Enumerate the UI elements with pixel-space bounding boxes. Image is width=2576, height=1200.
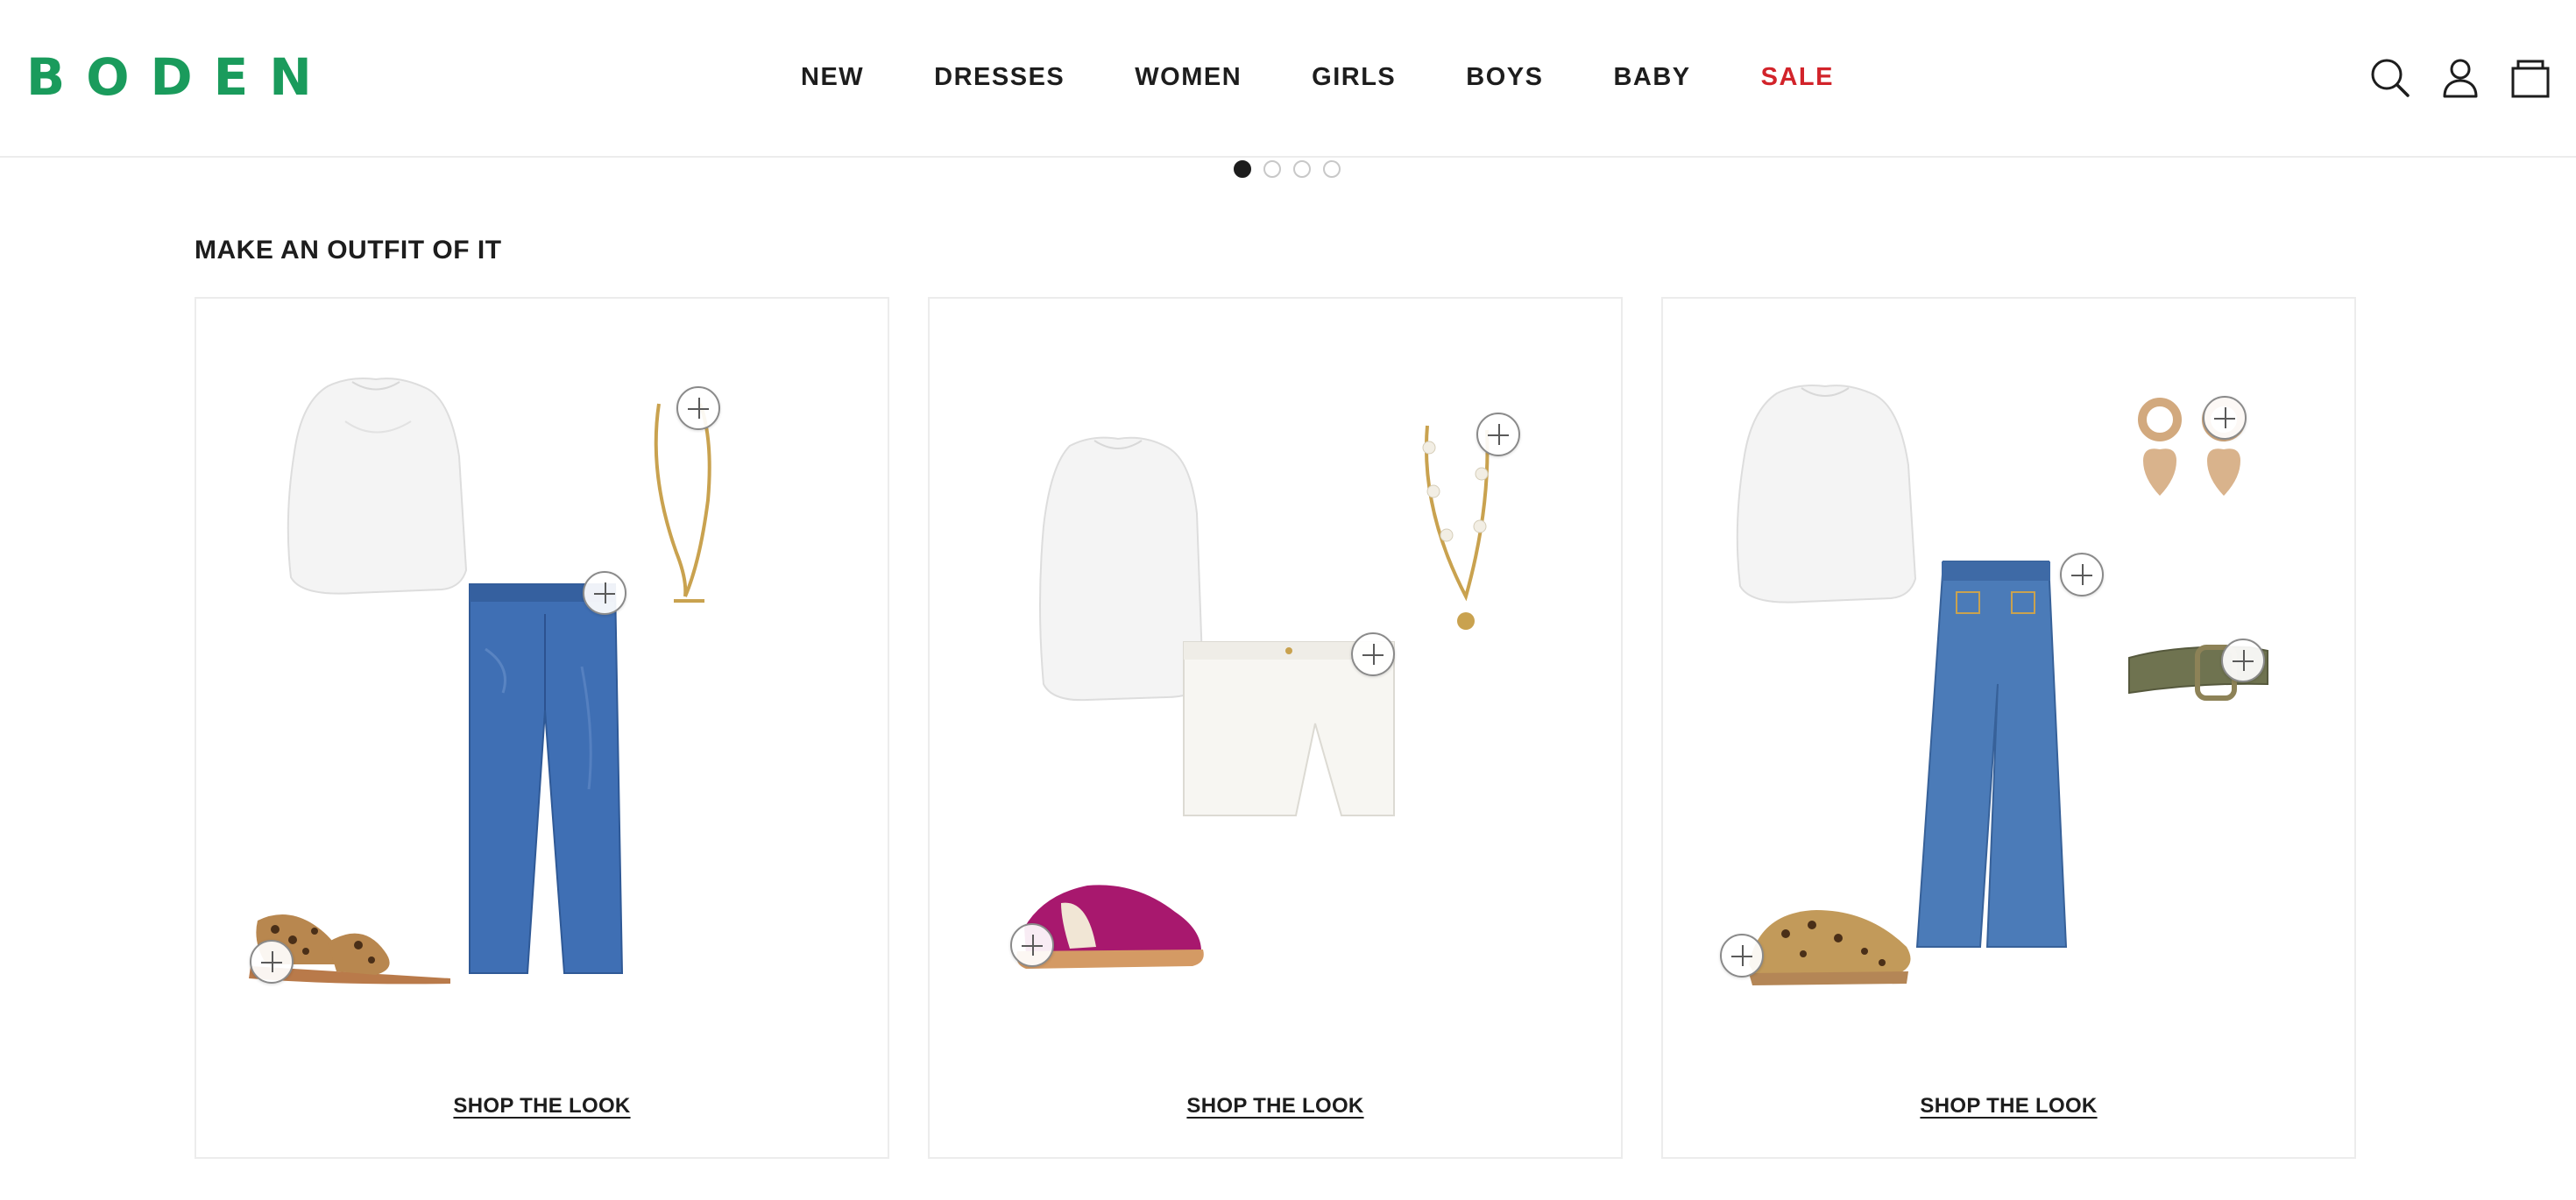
white-blouse-image [1039, 436, 1205, 702]
nav-boys[interactable]: BOYS [1466, 60, 1543, 95]
add-clogs-button[interactable] [1720, 934, 1764, 978]
section-title: MAKE AN OUTFIT OF IT [195, 236, 502, 265]
add-sandals-button[interactable] [250, 940, 294, 984]
bag-icon[interactable] [2509, 56, 2552, 100]
nav-new[interactable]: NEW [801, 60, 864, 95]
nav-girls[interactable]: GIRLS [1312, 60, 1396, 95]
outfit-1-image [249, 378, 711, 985]
boden-logo[interactable]: BODEN [26, 51, 333, 103]
add-trainers-button[interactable] [1010, 923, 1054, 967]
outfit-card-2[interactable]: SHOP THE LOOK [928, 297, 1623, 1159]
account-icon[interactable] [2438, 56, 2482, 100]
white-blouse-image [1736, 385, 1917, 604]
nav-baby[interactable]: BABY [1613, 60, 1690, 95]
main-nav: NEW DRESSES WOMEN GIRLS BOYS BABY SALE [801, 60, 1834, 95]
add-jeans-button[interactable] [2060, 553, 2104, 596]
search-icon[interactable] [2368, 56, 2412, 100]
nav-women[interactable]: WOMEN [1135, 60, 1242, 95]
carousel-dot-4[interactable] [1323, 160, 1341, 178]
site-header: BODEN NEW DRESSES WOMEN GIRLS BOYS BABY … [0, 0, 2576, 158]
carousel-dot-1[interactable] [1234, 160, 1251, 178]
add-necklace-button[interactable] [1476, 413, 1520, 456]
outfit-3-image [1736, 385, 2268, 985]
leopard-clogs-image [1749, 910, 1911, 985]
gold-necklace-image [654, 403, 711, 603]
white-blouse-image [287, 378, 468, 595]
add-necklace-button[interactable] [676, 386, 720, 430]
shop-the-look-link[interactable]: SHOP THE LOOK [930, 1094, 1621, 1119]
carousel-dots [1234, 160, 1341, 178]
carousel-dot-3[interactable] [1293, 160, 1311, 178]
straight-jeans-image [469, 583, 624, 974]
outfit-card-3[interactable]: SHOP THE LOOK [1661, 297, 2356, 1159]
nav-sale[interactable]: SALE [1761, 60, 1834, 95]
shop-the-look-link[interactable]: SHOP THE LOOK [1663, 1094, 2354, 1119]
outfit-2-image [1016, 425, 1490, 969]
add-shorts-button[interactable] [1351, 632, 1395, 676]
outfit-card-1[interactable]: SHOP THE LOOK [195, 297, 889, 1159]
add-belt-button[interactable] [2221, 639, 2265, 682]
carousel-dot-2[interactable] [1263, 160, 1281, 178]
wide-leg-jeans-image [1915, 561, 2068, 948]
add-earrings-button[interactable] [2203, 396, 2247, 440]
pearl-necklace-image [1422, 425, 1490, 630]
nav-dresses[interactable]: DRESSES [934, 60, 1065, 95]
add-jeans-button[interactable] [583, 571, 626, 615]
shop-the-look-link[interactable]: SHOP THE LOOK [196, 1094, 888, 1119]
